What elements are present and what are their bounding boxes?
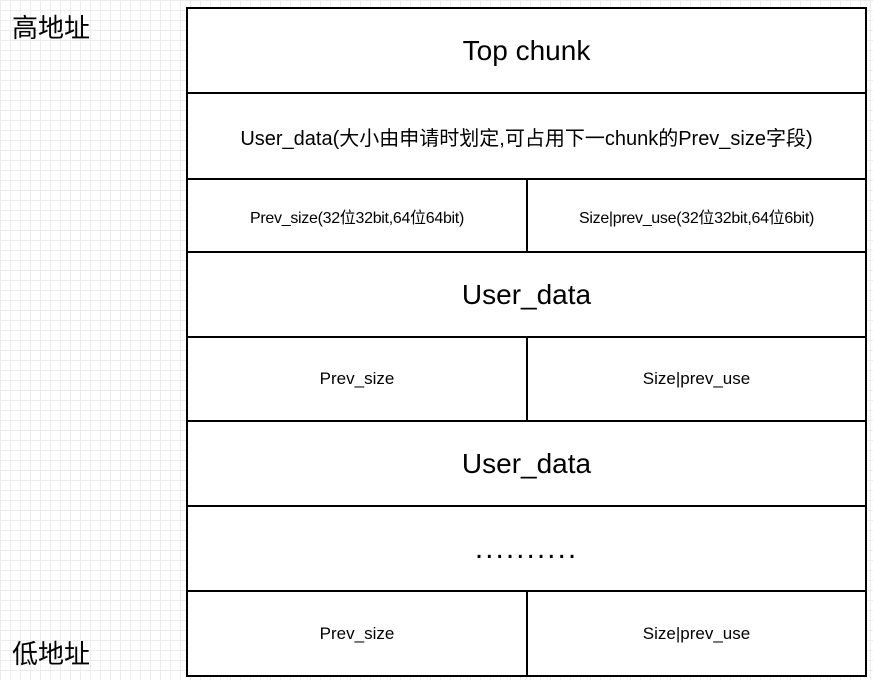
size-prev-use-label-3: Size|prev_use (642, 623, 751, 643)
prev-size-label-2: Prev_size (319, 369, 395, 388)
user-data-label-1: User_data(大小由申请时划定,可占用下一chunk的Prev_size字… (240, 127, 813, 150)
high-address-label: 高地址 (12, 14, 91, 44)
size-prev-use-block-1: Size|prev_use(32位32bit,64位6bit) (526, 178, 867, 253)
user-data-label-3: User_data (461, 447, 592, 479)
prev-size-label-3: Prev_size (319, 623, 395, 643)
user-data-block-1: User_data(大小由申请时划定,可占用下一chunk的Prev_size字… (186, 92, 867, 180)
ellipsis-block: .......... (186, 505, 867, 592)
size-prev-use-block-3: Size|prev_use (526, 590, 867, 677)
ellipsis-label: .......... (474, 531, 579, 565)
prev-size-block-1: Prev_size(32位32bit,64位64bit) (186, 178, 528, 253)
user-data-block-3: User_data (186, 420, 867, 507)
prev-size-block-2: Prev_size (186, 336, 528, 422)
top-chunk-label: Top chunk (462, 34, 591, 66)
user-data-block-2: User_data (186, 251, 867, 338)
size-prev-use-label-1: Size|prev_use(32位32bit,64位6bit) (579, 209, 814, 227)
size-prev-use-block-2: Size|prev_use (526, 336, 867, 422)
prev-size-label-1: Prev_size(32位32bit,64位64bit) (250, 209, 464, 227)
top-chunk-block: Top chunk (186, 7, 867, 94)
size-prev-use-label-2: Size|prev_use (642, 369, 751, 388)
user-data-label-2: User_data (461, 278, 592, 310)
low-address-label: 低地址 (12, 640, 91, 670)
prev-size-block-3: Prev_size (186, 590, 528, 677)
